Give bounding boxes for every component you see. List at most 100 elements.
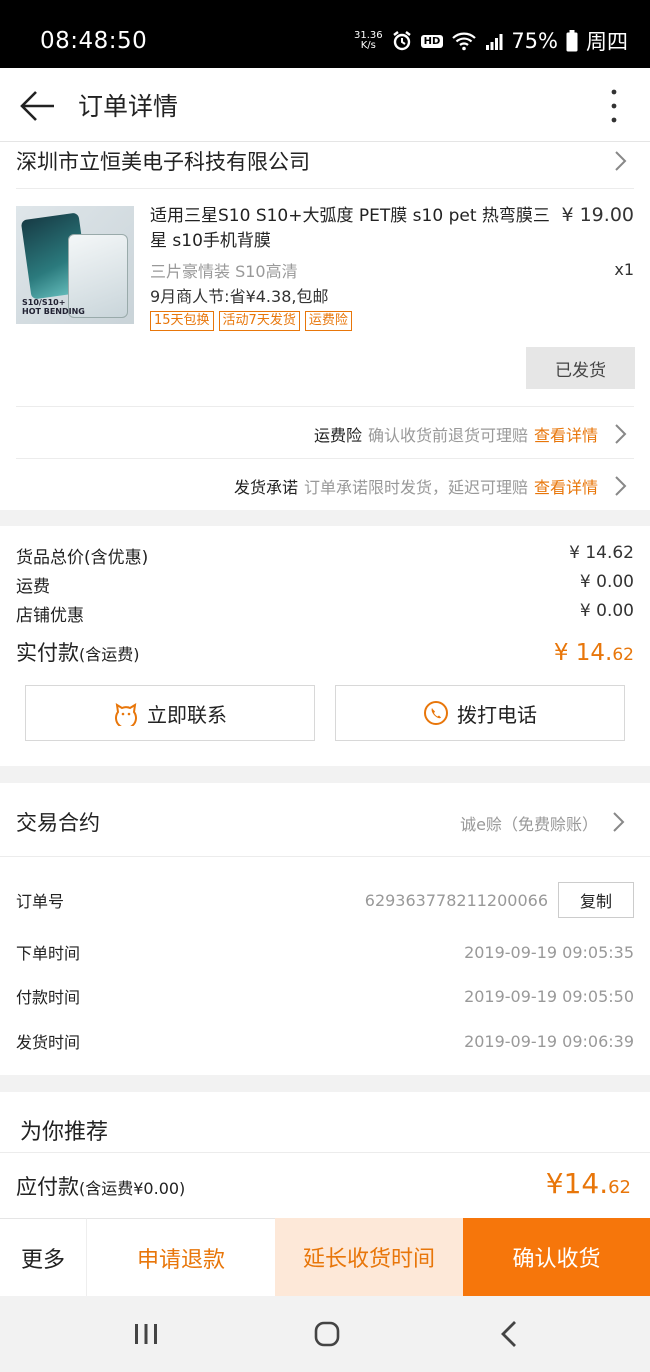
product-sku: 三片豪情装 S10高清 — [150, 262, 298, 281]
signal-icon — [486, 34, 503, 50]
order-time-row: 下单时间 2019-09-19 09:05:35 — [16, 940, 634, 964]
home-icon[interactable] — [314, 1321, 340, 1347]
status-day: 周四 — [586, 30, 628, 54]
service-row-freight-insurance[interactable]: 运费险 确认收货前退货可理赔 查看详情 — [314, 422, 628, 446]
pay-row-actual: 实付款(含运费) ¥ 14.62 — [16, 637, 634, 667]
pay-row-amount: ¥ 0.00 — [579, 601, 634, 621]
divider — [16, 458, 634, 459]
actual-paid-text: 实付款 — [16, 641, 79, 665]
thumb-caption: S10/S10+ HOT BENDING — [22, 298, 85, 316]
status-icons: 31.36 K/s HD 75% 周四 — [354, 26, 628, 56]
service-desc: 订单承诺限时发货，延迟可理赔 — [303, 478, 528, 497]
tag-exchange: 15天包换 — [150, 311, 214, 331]
wifi-icon — [452, 32, 477, 51]
ship-time-label: 发货时间 — [16, 1033, 81, 1052]
amount-due-main: ¥14. — [545, 1167, 609, 1200]
order-info-card: 交易合约 诚e赊（免费赊账） 订单号 629363778211200066 复制… — [0, 783, 650, 1075]
copy-button[interactable]: 复制 — [558, 882, 634, 918]
confirm-receipt-button[interactable]: 确认收货 — [463, 1218, 650, 1296]
back-arrow-icon[interactable] — [18, 86, 58, 126]
pay-row-label: 运费 — [16, 577, 50, 597]
pay-row-amount: ¥ 14.62 — [569, 543, 634, 563]
pay-time-label: 付款时间 — [16, 988, 81, 1007]
divider — [0, 856, 650, 857]
actual-paid-amount: ¥ 14.62 — [554, 640, 634, 666]
service-key: 发货承诺 — [233, 478, 298, 497]
call-phone-button[interactable]: 拨打电话 — [335, 685, 625, 741]
more-button[interactable]: 更多 — [0, 1218, 86, 1296]
shop-card: 深圳市立恒美电子科技有限公司 S10/S10+ HOT BENDING 适用三星… — [0, 142, 650, 510]
service-desc: 确认收货前退货可理赔 — [367, 426, 528, 445]
battery-icon — [566, 30, 578, 52]
pay-row-label: 货品总价(含优惠) — [16, 548, 149, 568]
actual-paid-amount-main: ¥ 14. — [553, 640, 613, 666]
product-promo: 9月商人节:省¥4.38,包邮 — [150, 287, 329, 306]
amount-due-value: ¥14.62 — [546, 1167, 631, 1200]
network-speed-unit: K/s — [360, 40, 376, 51]
actual-paid-amount-cents: 62 — [612, 645, 634, 665]
pay-row-shop-discount: 店铺优惠 ¥ 0.00 — [16, 601, 634, 626]
amount-due-cents: 62 — [608, 1177, 631, 1198]
battery-percent: 75% — [511, 29, 558, 53]
order-number-row: 订单号 629363778211200066 复制 — [16, 882, 634, 918]
service-row-delivery-promise[interactable]: 发货承诺 订单承诺限时发货，延迟可理赔 查看详情 — [234, 474, 628, 498]
recommend-title: 为你推荐 — [20, 1120, 109, 1145]
pay-time-value: 2019-09-19 09:05:50 — [464, 986, 634, 1006]
payment-card: 货品总价(含优惠) ¥ 14.62 运费 ¥ 0.00 店铺优惠 ¥ 0.00 … — [0, 526, 650, 766]
amount-due-label: 应付款(含运费¥0.00) — [16, 1171, 185, 1201]
alarm-icon — [392, 31, 411, 51]
order-number-value: 629363778211200066 — [364, 890, 548, 910]
service-link[interactable]: 查看详情 — [534, 422, 598, 446]
call-phone-label: 拨打电话 — [457, 702, 537, 727]
product-thumbnail[interactable]: S10/S10+ HOT BENDING — [16, 206, 134, 324]
ship-time-row: 发货时间 2019-09-19 09:06:39 — [16, 1029, 634, 1053]
status-bar: 08:48:50 31.36 K/s HD 75% 周四 — [0, 0, 650, 68]
product-name[interactable]: 适用三星S10 S10+大弧度 PET膜 s10 pet 热弯膜三星 s10手机… — [150, 204, 550, 254]
amount-due-text: 应付款 — [16, 1175, 79, 1199]
product-tags: 15天包换 活动7天发货 运费险 — [150, 311, 352, 331]
phone-icon — [424, 701, 448, 725]
order-number-group: 629363778211200066 复制 — [365, 882, 634, 918]
divider — [16, 406, 634, 407]
thumb-caption-title: S10/S10+ — [22, 298, 66, 307]
chevron-right-icon[interactable] — [614, 150, 628, 172]
contract-credit-link[interactable]: 诚e赊（免费赊账） — [460, 811, 598, 835]
divider — [16, 188, 634, 189]
service-link[interactable]: 查看详情 — [534, 474, 598, 498]
contact-now-button[interactable]: 立即联系 — [25, 685, 315, 741]
order-number-label: 订单号 — [16, 892, 65, 911]
order-time-value: 2019-09-19 09:05:35 — [464, 942, 634, 962]
product-quantity: x1 — [614, 260, 634, 279]
system-nav-bar — [0, 1296, 650, 1372]
chevron-right-icon — [615, 424, 627, 444]
pay-row-amount: ¥ 0.00 — [579, 572, 634, 592]
page-title: 订单详情 — [78, 92, 179, 121]
pay-row-label: 店铺优惠 — [16, 606, 84, 626]
shop-name[interactable]: 深圳市立恒美电子科技有限公司 — [16, 146, 310, 176]
system-back-icon[interactable] — [500, 1320, 518, 1348]
apply-refund-button[interactable]: 申请退款 — [86, 1218, 275, 1296]
shipped-status-button[interactable]: 已发货 — [526, 347, 635, 389]
actual-paid-label: 实付款(含运费) — [16, 637, 140, 667]
pay-time-row: 付款时间 2019-09-19 09:05:50 — [16, 984, 634, 1008]
pay-row-freight: 运费 ¥ 0.00 — [16, 572, 634, 597]
recent-apps-icon[interactable] — [133, 1322, 159, 1346]
app-header: 订单详情 — [0, 68, 650, 142]
contract-title: 交易合约 — [16, 811, 100, 835]
hd-badge: HD — [420, 34, 444, 48]
contact-now-label: 立即联系 — [147, 702, 227, 727]
pay-row-goods-total: 货品总价(含优惠) ¥ 14.62 — [16, 543, 634, 568]
tag-freight-insurance: 运费险 — [304, 311, 352, 331]
extend-receipt-button[interactable]: 延长收货时间 — [275, 1218, 463, 1296]
chevron-right-icon — [615, 476, 627, 496]
actual-paid-note: (含运费) — [79, 645, 140, 664]
bottom-action-bar: 更多 申请退款 延长收货时间 确认收货 — [0, 1218, 650, 1296]
status-time: 08:48:50 — [40, 28, 148, 54]
more-vertical-icon[interactable] — [604, 86, 624, 126]
thumb-caption-sub: HOT BENDING — [22, 307, 85, 316]
recommend-section: 为你推荐 — [0, 1092, 650, 1152]
product-price: ¥ 19.00 — [561, 204, 634, 226]
network-speed: 31.36 K/s — [354, 31, 383, 51]
ship-time-value: 2019-09-19 09:06:39 — [464, 1031, 634, 1051]
chevron-right-icon[interactable] — [612, 811, 626, 833]
